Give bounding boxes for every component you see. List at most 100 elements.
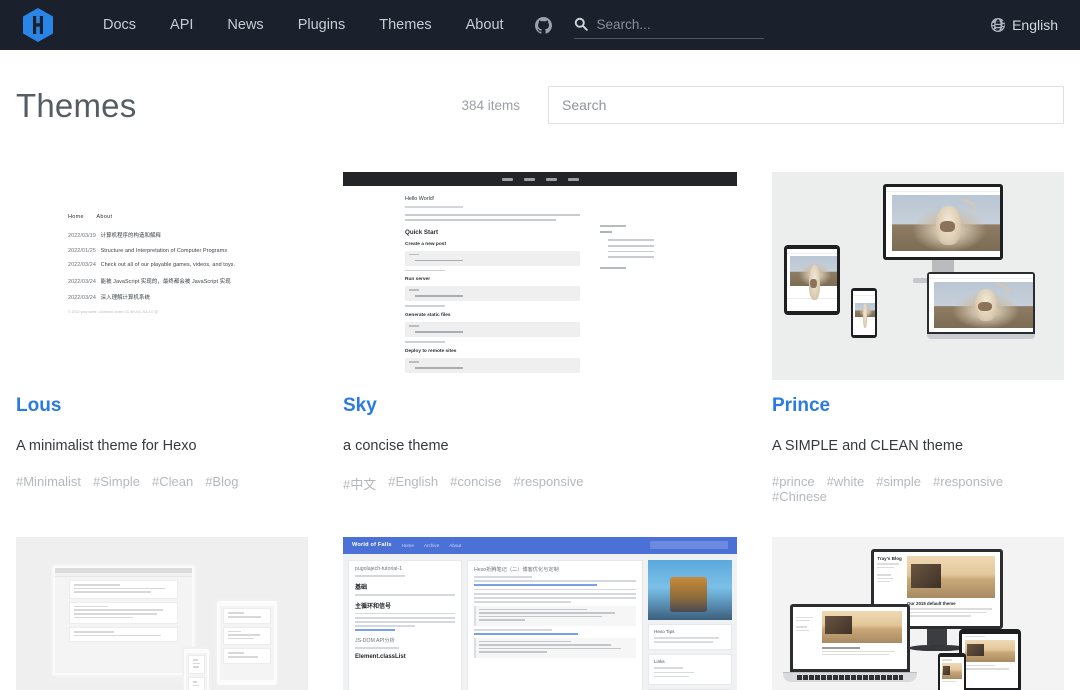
theme-search-input[interactable] (548, 86, 1064, 124)
mini-nav (852, 291, 875, 297)
preview-hero-image (648, 559, 732, 620)
cat-face (978, 301, 992, 311)
device-tablet (783, 244, 840, 315)
sky-heading: Generate static files (405, 313, 451, 319)
theme-tag[interactable]: #中文 (343, 474, 376, 493)
themes-grid: Home About 2022/03/19 计算机程序的构造和解释 2022/0… (16, 172, 1064, 690)
nav-item-themes[interactable]: Themes (362, 0, 448, 50)
thumb-row2-1[interactable] (16, 536, 308, 690)
lous-preview: Home About 2022/03/19 计算机程序的构造和解释 2022/0… (16, 172, 308, 380)
cat-photo (933, 281, 1033, 328)
sky-caption (405, 305, 445, 308)
preview-nav-item: Home (401, 542, 414, 548)
theme-description: a concise theme (343, 437, 449, 454)
theme-tag[interactable]: #responsive (513, 474, 583, 493)
thumb-row2-3[interactable]: Tray's Blog Our 2015 default theme (772, 536, 1064, 690)
laptop-base (45, 677, 203, 684)
theme-tag[interactable]: #Minimalist (16, 474, 81, 489)
theme-tag[interactable]: #Chinese (772, 489, 827, 504)
device-phone (182, 647, 212, 690)
lous-post-title: Check out all of our playable games, vid… (100, 262, 236, 268)
language-selector[interactable]: English (991, 17, 1058, 33)
theme-description: A SIMPLE and CLEAN theme (772, 437, 964, 454)
laptop-base (782, 671, 917, 682)
nav-item-docs[interactable]: Docs (86, 0, 153, 50)
monitor-stand (927, 629, 948, 646)
row2-2-preview: World of Falls Home Archive About pugola… (343, 536, 737, 690)
sky-sidebar-item (608, 239, 654, 241)
device-phone (938, 653, 967, 690)
cat-photo (854, 302, 875, 328)
globe-icon (991, 18, 1006, 32)
theme-tag[interactable]: #Simple (93, 474, 140, 489)
theme-tag[interactable]: #Blog (205, 474, 238, 489)
hexo-logo[interactable] (16, 0, 60, 50)
cat-face (810, 278, 817, 289)
theme-name[interactable]: Sky (343, 394, 737, 419)
page-header-row: Themes 384 items (16, 50, 1064, 130)
preview-hero-image (964, 639, 1015, 662)
device-laptop (926, 271, 1035, 339)
sky-nav-dash (545, 177, 557, 181)
theme-card: Home About 2022/03/19 计算机程序的构造和解释 2022/0… (16, 172, 308, 504)
sky-sidebar-title (600, 267, 626, 270)
lous-nav-home: Home (68, 214, 84, 220)
preview-post-card (188, 677, 206, 690)
monitor-base (910, 645, 965, 652)
page-content: Themes 384 items Home About 2022/03/19 (0, 50, 1080, 690)
theme-card (16, 536, 308, 690)
robot-figure (669, 576, 707, 612)
theme-name[interactable]: Prince (772, 394, 1064, 419)
row2-3-preview: Tray's Blog Our 2015 default theme (772, 536, 1064, 690)
sky-preview-sidebar (600, 196, 674, 377)
preview-nav-item: Archive (423, 542, 440, 548)
theme-tag[interactable]: #simple (876, 474, 921, 489)
theme-tag[interactable]: #Clean (152, 474, 193, 489)
thumb-sky[interactable]: Hello World! Quick Start Create a new po… (343, 172, 737, 380)
preview-post-title: Hexo折腾笔记（二）博客优化与定制 (474, 566, 559, 573)
device-phone (850, 288, 877, 339)
theme-tags: #Minimalist #Simple #Clean #Blog (16, 474, 308, 489)
preview-sidebar-panel: Hexo Tips (648, 623, 732, 651)
preview-nav-item: About (449, 542, 462, 548)
header-search-input[interactable] (596, 16, 747, 32)
github-icon[interactable] (534, 16, 552, 34)
theme-tag[interactable]: #concise (450, 474, 501, 493)
thumb-row2-2[interactable]: World of Falls Home Archive About pugola… (343, 536, 737, 690)
pier-structure (966, 643, 984, 657)
nav-item-plugins[interactable]: Plugins (281, 0, 363, 50)
nav-item-api[interactable]: API (153, 0, 210, 50)
thumb-lous[interactable]: Home About 2022/03/19 计算机程序的构造和解释 2022/0… (16, 172, 308, 380)
header-search[interactable] (573, 12, 764, 39)
device-monitor (882, 184, 1003, 284)
nav-item-news[interactable]: News (210, 0, 280, 50)
preview-sidebar-heading: Links (654, 659, 665, 665)
sky-post-meta (405, 206, 463, 208)
theme-name[interactable]: Lous (16, 394, 308, 419)
thumb-prince[interactable] (772, 172, 1064, 380)
preview-center-column: Hexo折腾笔记（二）博客优化与定制 (467, 559, 643, 690)
laptop-keyboard (796, 674, 903, 680)
lous-post: 2022/03/24 能被 JavaScript 实现的，最终都会被 JavaS… (68, 277, 308, 285)
theme-tag[interactable]: #responsive (933, 474, 1003, 489)
theme-tag[interactable]: #white (827, 474, 865, 489)
theme-card: World of Falls Home Archive About pugola… (343, 536, 737, 690)
preview-code-block (474, 637, 636, 658)
github-octocat-icon (534, 16, 552, 34)
globe-glyph-icon (991, 18, 1006, 32)
preview-post-heading: Our 2015 default theme (907, 601, 956, 607)
page-header-controls: 384 items (461, 86, 1064, 124)
theme-tags: #中文 #English #concise #responsive (343, 474, 737, 493)
preview-sidebar-heading: Hexo Tips (654, 628, 675, 634)
theme-tag[interactable]: #English (388, 474, 438, 493)
mini-nav (885, 187, 1000, 193)
sky-nav-dash (567, 177, 579, 181)
nav-item-about[interactable]: About (449, 0, 521, 50)
theme-tag[interactable]: #prince (772, 474, 815, 489)
mini-nav (786, 248, 837, 254)
lous-post: 2022/03/19 计算机程序的构造和解释 (68, 231, 308, 239)
sky-paragraph-line (405, 214, 580, 216)
row2-1-preview (16, 536, 308, 690)
sky-nav-dash (501, 177, 513, 181)
preview-blog-title: Tray's Blog (877, 556, 902, 562)
